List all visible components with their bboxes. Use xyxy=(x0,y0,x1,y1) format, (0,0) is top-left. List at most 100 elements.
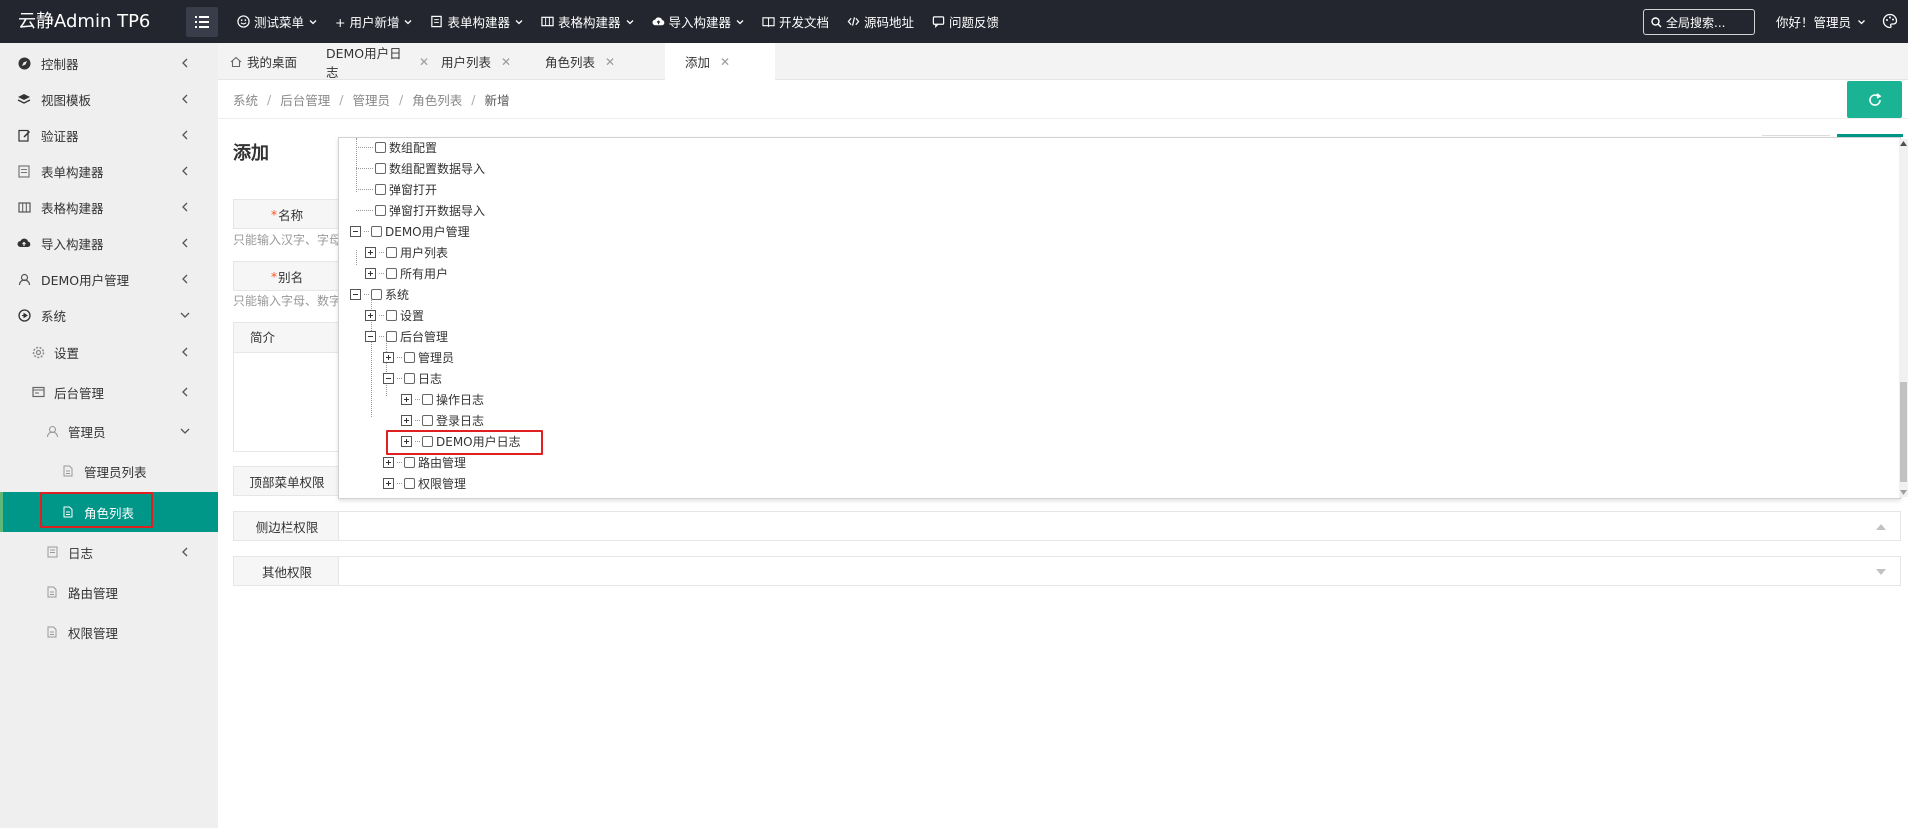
tab-user-list[interactable]: 用户列表 ✕ xyxy=(429,43,533,80)
expand-icon[interactable] xyxy=(401,393,412,405)
topnav-form-builder[interactable]: 表单构建器 xyxy=(421,0,532,43)
breadcrumb-item[interactable]: 后台管理 xyxy=(280,90,330,109)
expand-icon[interactable] xyxy=(365,267,376,279)
tree-node[interactable]: 操作日志 xyxy=(401,390,484,408)
collapse-icon[interactable] xyxy=(365,330,376,342)
expand-icon[interactable] xyxy=(365,309,376,321)
close-icon[interactable]: ✕ xyxy=(501,55,511,69)
collapse-icon[interactable] xyxy=(350,225,361,237)
sidebar-item-administrator[interactable]: 管理员 xyxy=(0,413,218,449)
tree-guide-line xyxy=(386,336,387,396)
tree-node[interactable]: 后台管理 xyxy=(365,327,448,345)
tree-node[interactable]: 管理员 xyxy=(383,348,454,366)
tree-checkbox[interactable] xyxy=(375,183,386,195)
collapse-icon[interactable] xyxy=(383,372,394,384)
tab-role-list[interactable]: 角色列表 ✕ xyxy=(533,43,637,80)
topnav-dev-docs[interactable]: 开发文档 xyxy=(753,0,838,43)
tree-checkbox[interactable] xyxy=(404,372,415,384)
chevron-down-icon xyxy=(405,19,412,24)
other-permission-select[interactable] xyxy=(338,556,1901,586)
tree-checkbox[interactable] xyxy=(404,477,415,489)
sidebar-item-route-admin[interactable]: 路由管理 xyxy=(0,574,218,610)
refresh-button[interactable] xyxy=(1847,81,1902,118)
close-icon[interactable]: ✕ xyxy=(419,55,429,69)
tree-node[interactable]: 数组配置数据导入 xyxy=(356,159,485,177)
sidebar-item-view-template[interactable]: 视图模板 xyxy=(0,81,218,117)
tree-checkbox[interactable] xyxy=(375,141,386,153)
close-icon[interactable]: ✕ xyxy=(720,55,730,69)
tree-checkbox[interactable] xyxy=(371,288,382,300)
tree-node[interactable]: 数组配置 xyxy=(356,138,437,156)
tree-node[interactable]: 路由管理 xyxy=(383,453,466,471)
tree-checkbox[interactable] xyxy=(375,204,386,216)
tree-node[interactable]: 权限管理 xyxy=(383,474,466,492)
tree-node[interactable]: 弹窗打开数据导入 xyxy=(356,201,485,219)
breadcrumb-item[interactable]: 系统 xyxy=(233,90,258,109)
sidebar-item-controller[interactable]: 控制器 xyxy=(0,45,218,81)
tab-add[interactable]: 添加 ✕ xyxy=(665,43,775,80)
required-mark: * xyxy=(270,206,278,222)
topnav-import-builder[interactable]: 导入构建器 xyxy=(643,0,754,43)
expand-icon[interactable] xyxy=(383,456,394,468)
breadcrumb-item[interactable]: 管理员 xyxy=(352,90,390,109)
topnav-feedback[interactable]: 问题反馈 xyxy=(923,0,1008,43)
permission-tree-dropdown[interactable]: 数组配置 数组配置数据导入 弹窗打开 弹窗打开数据导入 DEMO用户管理 用户列… xyxy=(338,137,1901,499)
expand-icon[interactable] xyxy=(383,351,394,363)
tree-node[interactable]: 日志 xyxy=(383,369,442,387)
theme-palette-icon[interactable] xyxy=(1882,13,1898,29)
sidebar-item-log[interactable]: 日志 xyxy=(0,534,218,570)
tree-node[interactable]: 所有用户 xyxy=(365,264,448,282)
tree-checkbox[interactable] xyxy=(422,393,433,405)
tree-node-demo-user[interactable]: DEMO用户管理 xyxy=(350,222,470,240)
tree-checkbox[interactable] xyxy=(404,351,415,363)
scroll-up-icon[interactable] xyxy=(1900,141,1907,146)
intro-editor[interactable]: 简介 xyxy=(233,322,341,452)
expand-icon[interactable] xyxy=(365,246,376,258)
expand-icon[interactable] xyxy=(383,477,394,489)
tree-node-system[interactable]: 系统 xyxy=(350,285,409,303)
expand-icon[interactable] xyxy=(401,414,412,426)
topnav-source-code[interactable]: 源码地址 xyxy=(838,0,923,43)
sidebar-item-import-builder[interactable]: 导入构建器 xyxy=(0,225,218,261)
menu-toggle-button[interactable] xyxy=(186,7,218,37)
sidebar-item-table-builder[interactable]: 表格构建器 xyxy=(0,189,218,225)
sidebar-item-backend-admin[interactable]: 后台管理 xyxy=(0,374,218,410)
topnav-test-menu[interactable]: 测试菜单 xyxy=(228,0,326,43)
sidebar-item-permission-admin[interactable]: 权限管理 xyxy=(0,614,218,650)
sidebar-item-settings[interactable]: 设置 xyxy=(0,334,218,370)
global-search-input[interactable]: 全局搜索... xyxy=(1643,9,1755,35)
sidebar-item-admin-list[interactable]: 管理员列表 xyxy=(0,453,218,489)
tree-checkbox[interactable] xyxy=(375,162,386,174)
tree-checkbox[interactable] xyxy=(386,246,397,258)
app-logo[interactable]: 云静Admin TP6 xyxy=(18,0,150,43)
sidebar-item-system[interactable]: 系统 xyxy=(0,297,218,333)
tree-node[interactable]: 设置 xyxy=(365,306,424,324)
topnav-table-builder[interactable]: 表格构建器 xyxy=(532,0,643,43)
sidebar-permission-select[interactable] xyxy=(338,511,1901,541)
scroll-down-icon[interactable] xyxy=(1900,490,1907,495)
sidebar-item-form-builder[interactable]: 表单构建器 xyxy=(0,153,218,189)
tree-checkbox[interactable] xyxy=(371,225,382,237)
sidebar-item-validator[interactable]: 验证器 xyxy=(0,117,218,153)
sidebar-item-demo-user[interactable]: DEMO用户管理 xyxy=(0,261,218,297)
tree-scrollbar[interactable] xyxy=(1899,139,1908,497)
tree-checkbox[interactable] xyxy=(404,456,415,468)
breadcrumb-item[interactable]: 角色列表 xyxy=(412,90,462,109)
tab-my-desktop[interactable]: 我的桌面 xyxy=(218,43,314,80)
user-menu[interactable]: 你好！管理员 xyxy=(1776,0,1866,43)
collapse-icon[interactable] xyxy=(350,288,361,300)
scrollbar-thumb[interactable] xyxy=(1900,382,1907,482)
topnav-user-add[interactable]: + 用户新增 xyxy=(326,0,421,43)
tree-checkbox[interactable] xyxy=(386,330,397,342)
tree-checkbox[interactable] xyxy=(386,267,397,279)
tree-node-label: 弹窗打开数据导入 xyxy=(389,203,486,218)
close-icon[interactable]: ✕ xyxy=(605,55,615,69)
required-mark: * xyxy=(270,268,278,284)
tab-demo-user-log[interactable]: DEMO用户日志 ✕ xyxy=(314,43,429,80)
tree-node[interactable]: 弹窗打开 xyxy=(356,180,437,198)
tree-checkbox[interactable] xyxy=(422,414,433,426)
sidebar-item-label: 验证器 xyxy=(41,128,79,144)
tree-node[interactable]: 用户列表 xyxy=(365,243,448,261)
tree-checkbox[interactable] xyxy=(386,309,397,321)
tree-node[interactable]: 登录日志 xyxy=(401,411,484,429)
